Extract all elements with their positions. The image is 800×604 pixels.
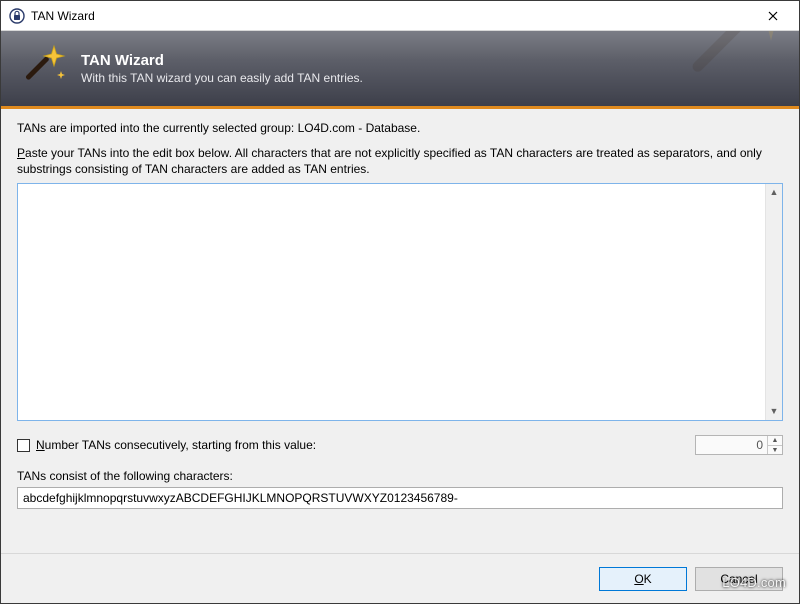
paste-label-rest: aste your TANs into the edit box below. … — [17, 146, 762, 176]
spinner-down-icon[interactable]: ▼ — [768, 446, 782, 455]
number-row: Number TANs consecutively, starting from… — [17, 435, 783, 455]
spinner-up-icon[interactable]: ▲ — [768, 436, 782, 446]
import-prefix: TANs are imported into the currently sel… — [17, 121, 298, 135]
number-start-spinner[interactable]: 0 ▲ ▼ — [695, 435, 783, 455]
number-mnemonic: N — [36, 438, 45, 452]
scroll-up-icon[interactable]: ▲ — [768, 186, 781, 199]
scroll-down-icon[interactable]: ▼ — [768, 405, 781, 418]
paste-label: Paste your TANs into the edit box below.… — [17, 145, 783, 177]
number-label-rest: umber TANs consecutively, starting from … — [45, 438, 316, 452]
ok-rest: K — [644, 572, 652, 586]
spinner-arrows: ▲ ▼ — [767, 436, 782, 454]
import-group-name: LO4D.com - Database — [298, 121, 417, 135]
titlebar[interactable]: TAN Wizard — [1, 1, 799, 31]
scrollbar[interactable]: ▲ ▼ — [765, 184, 782, 420]
dialog-body: TANs are imported into the currently sel… — [1, 109, 799, 553]
banner-subtitle: With this TAN wizard you can easily add … — [81, 71, 363, 85]
tan-wizard-window: TAN Wizard TAN Wizard With this TAN wiza… — [0, 0, 800, 604]
tan-textarea-container: ▲ ▼ — [17, 183, 783, 421]
close-icon — [768, 11, 778, 21]
footer: OK Cancel — [1, 553, 799, 603]
import-group-line: TANs are imported into the currently sel… — [17, 121, 783, 135]
close-button[interactable] — [751, 2, 795, 30]
lock-icon — [9, 8, 25, 24]
paste-mnemonic: P — [17, 146, 25, 160]
wand-icon — [21, 43, 69, 94]
wand-icon-bg — [683, 31, 799, 109]
chars-label: TANs consist of the following characters… — [17, 469, 783, 483]
cancel-button[interactable]: Cancel — [695, 567, 783, 591]
ok-mnemonic: O — [634, 572, 643, 586]
tan-textarea[interactable] — [18, 184, 765, 420]
chars-input[interactable] — [17, 487, 783, 509]
number-checkbox[interactable] — [17, 439, 30, 452]
number-start-value[interactable]: 0 — [696, 436, 767, 454]
window-title: TAN Wizard — [31, 9, 751, 23]
banner-text: TAN Wizard With this TAN wizard you can … — [81, 52, 363, 85]
import-suffix: . — [417, 121, 420, 135]
banner: TAN Wizard With this TAN wizard you can … — [1, 31, 799, 109]
number-checkbox-label[interactable]: Number TANs consecutively, starting from… — [36, 438, 316, 452]
ok-button[interactable]: OK — [599, 567, 687, 591]
banner-heading: TAN Wizard — [81, 52, 363, 69]
